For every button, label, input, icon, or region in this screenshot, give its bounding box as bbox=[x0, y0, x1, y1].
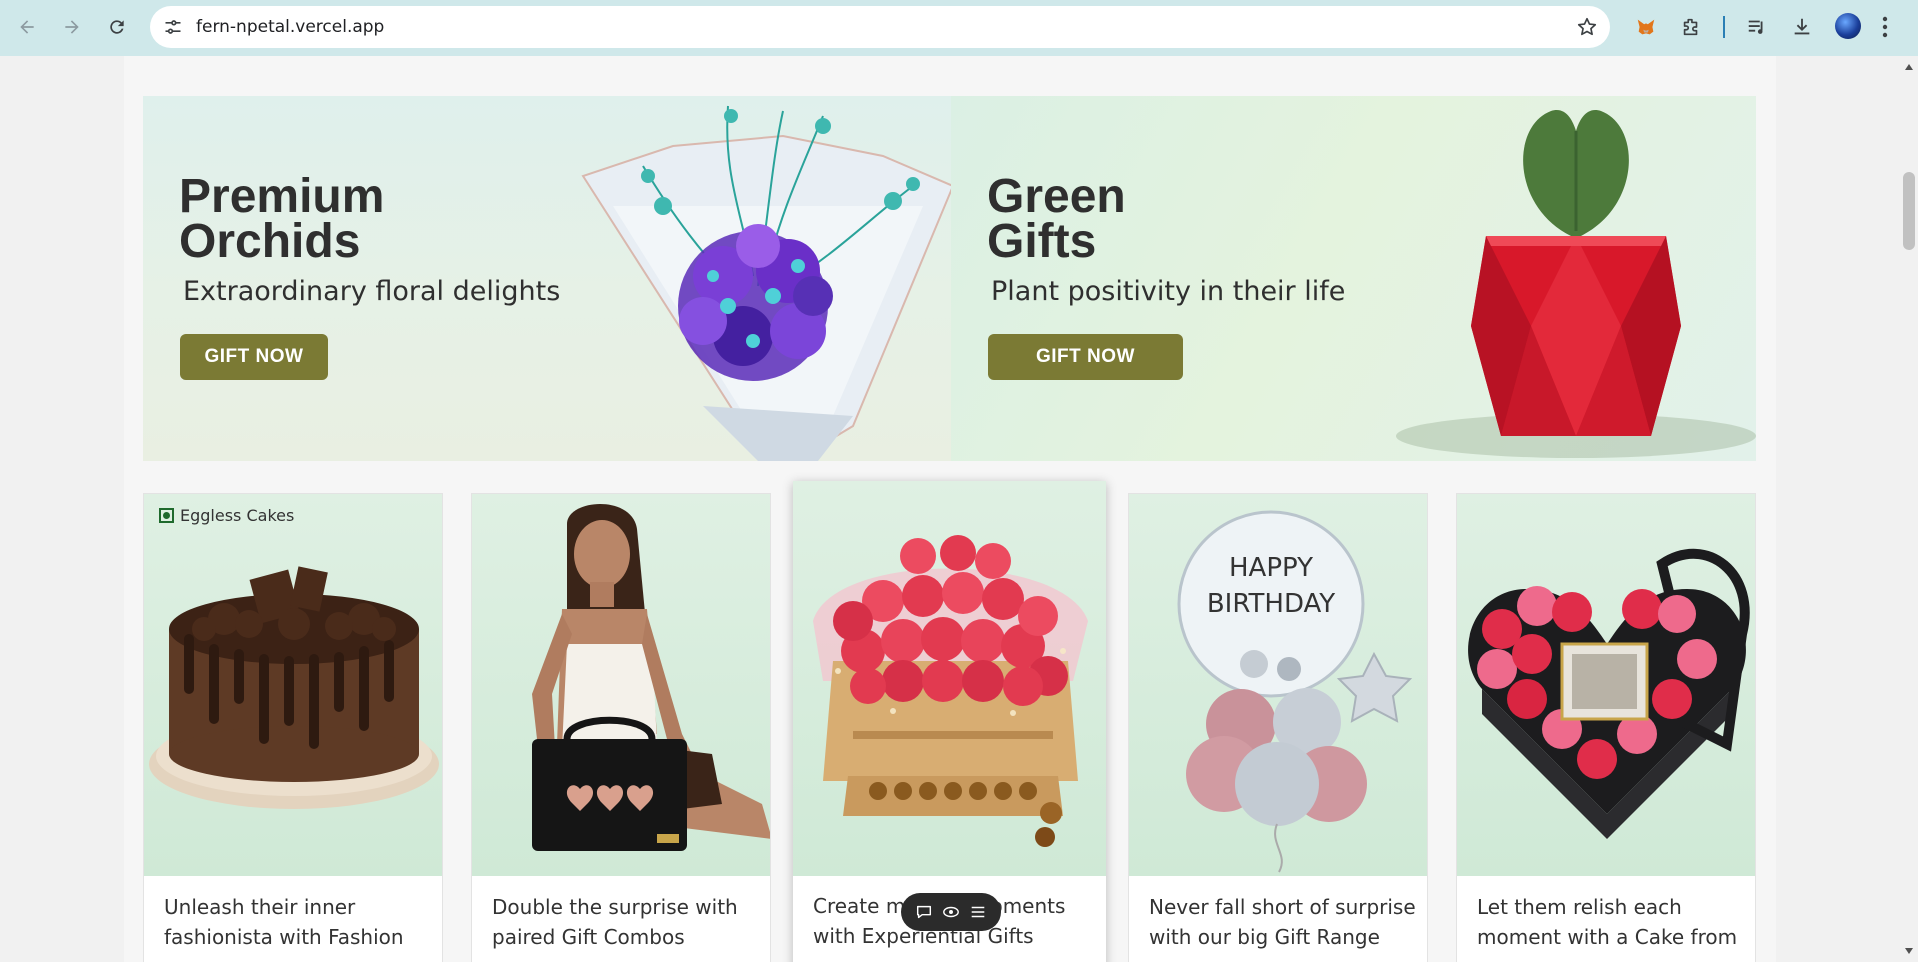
more-menu-icon[interactable] bbox=[1880, 14, 1890, 40]
heart-rose-box-image bbox=[1468, 548, 1750, 839]
banner-subtitle: Plant positivity in their life bbox=[991, 276, 1346, 307]
card-caption: Never fall short of surprise with our bi… bbox=[1149, 895, 1416, 949]
plant-pot-image bbox=[1396, 110, 1756, 458]
browser-toolbar: fern-npetal.vercel.app bbox=[0, 0, 1918, 56]
reload-button[interactable] bbox=[100, 10, 134, 44]
scroll-down-arrow-icon[interactable] bbox=[1905, 948, 1913, 954]
banner-premium-orchids[interactable]: Premium Orchids Extraordinary floral del… bbox=[143, 96, 951, 461]
product-card-experiential-gifts[interactable]: Create magical moments with Experiential… bbox=[793, 481, 1106, 962]
extensions-puzzle-icon[interactable] bbox=[1675, 11, 1707, 43]
card-image bbox=[472, 494, 770, 876]
product-card-eggless-cakes[interactable]: Eggless Cakes Unleash their inner fashio… bbox=[143, 493, 443, 962]
product-card-gift-combos[interactable]: Double the surprise with paired Gift Com… bbox=[471, 493, 771, 962]
gift-now-button[interactable]: GIFT NOW bbox=[180, 334, 328, 380]
address-bar[interactable]: fern-npetal.vercel.app bbox=[150, 6, 1610, 48]
card-image: HAPPY BIRTHDAY bbox=[1129, 494, 1427, 876]
profile-avatar[interactable] bbox=[1835, 13, 1861, 39]
card-image bbox=[144, 494, 442, 876]
vertical-scrollbar[interactable] bbox=[1900, 56, 1918, 962]
veg-mark-icon bbox=[159, 508, 174, 523]
card-image bbox=[1457, 494, 1755, 876]
rose-box-image bbox=[813, 535, 1088, 847]
reload-icon bbox=[110, 20, 124, 34]
eggless-badge: Eggless Cakes bbox=[159, 506, 294, 525]
banner-title: Premium Orchids bbox=[179, 170, 385, 268]
banner-title: Green Gifts bbox=[987, 170, 1126, 268]
card-caption: Unleash their inner fashionista with Fas… bbox=[164, 895, 404, 949]
banner-green-gifts[interactable]: Green Gifts Plant positivity in their li… bbox=[951, 96, 1756, 461]
balloon-text-birthday: BIRTHDAY bbox=[1207, 589, 1335, 619]
card-image bbox=[793, 481, 1106, 876]
tune-icon bbox=[165, 20, 181, 34]
toolbar-separator bbox=[1723, 16, 1725, 38]
fashion-model-image bbox=[532, 504, 770, 851]
badge-label: Eggless Cakes bbox=[180, 506, 295, 525]
forward-button[interactable] bbox=[55, 10, 89, 44]
back-button[interactable] bbox=[10, 10, 44, 44]
gift-now-button[interactable]: GIFT NOW bbox=[988, 334, 1183, 380]
site-info-button[interactable] bbox=[158, 12, 188, 42]
page-viewport: Premium Orchids Extraordinary floral del… bbox=[0, 56, 1900, 962]
floating-toolbar bbox=[901, 893, 1001, 931]
comment-icon[interactable] bbox=[914, 902, 934, 922]
scroll-thumb[interactable] bbox=[1903, 172, 1915, 250]
banner-subtitle: Extraordinary floral delights bbox=[183, 276, 561, 307]
bookmark-star-icon[interactable] bbox=[1576, 16, 1598, 38]
download-icon[interactable] bbox=[1786, 11, 1818, 43]
arrow-left-icon bbox=[20, 20, 34, 34]
media-controls-icon[interactable] bbox=[1741, 11, 1773, 43]
card-caption: Double the surprise with paired Gift Com… bbox=[492, 895, 738, 949]
birthday-balloons-image: HAPPY BIRTHDAY bbox=[1177, 510, 1413, 873]
eye-icon[interactable] bbox=[941, 902, 961, 922]
metamask-extension-icon[interactable] bbox=[1630, 11, 1662, 43]
card-caption: Let them relish each moment with a Cake … bbox=[1477, 895, 1738, 962]
orchid-bouquet-image bbox=[581, 105, 951, 461]
chocolate-cake-image bbox=[149, 566, 439, 809]
menu-icon[interactable] bbox=[968, 902, 988, 922]
url-text[interactable]: fern-npetal.vercel.app bbox=[196, 6, 384, 48]
scroll-up-arrow-icon[interactable] bbox=[1905, 64, 1913, 70]
balloon-text-happy: HAPPY bbox=[1229, 553, 1313, 583]
product-card-cake-moments[interactable]: Let them relish each moment with a Cake … bbox=[1456, 493, 1756, 962]
arrow-right-icon bbox=[65, 20, 79, 34]
product-card-gift-range[interactable]: HAPPY BIRTHDAY Never fall short of surpr… bbox=[1128, 493, 1428, 962]
